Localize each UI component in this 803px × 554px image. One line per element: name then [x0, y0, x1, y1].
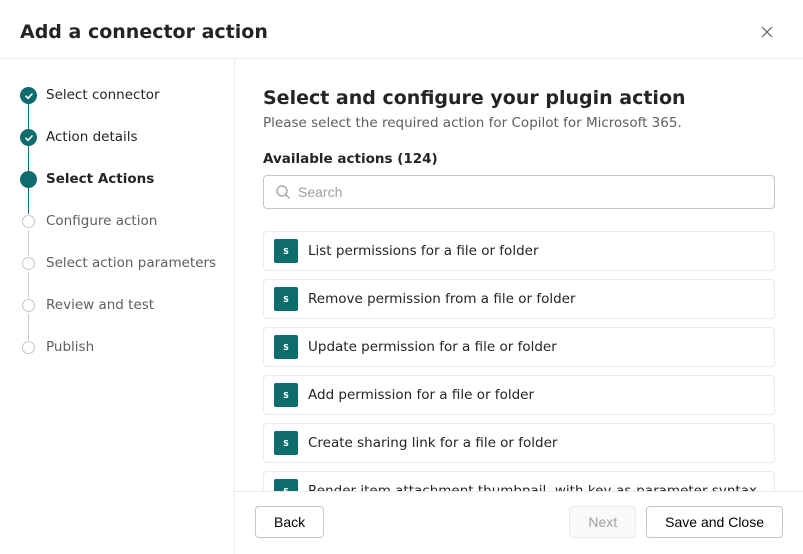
- back-button[interactable]: Back: [255, 506, 324, 538]
- wizard-step-5[interactable]: Select action parameters: [20, 255, 234, 271]
- wizard-step-6[interactable]: Review and test: [20, 297, 234, 313]
- check-icon: [24, 91, 34, 101]
- action-row[interactable]: S Add permission for a file or folder: [263, 375, 775, 415]
- step-marker-done: [20, 87, 37, 104]
- modal-title: Add a connector action: [20, 21, 268, 43]
- step-marker-upcoming: [22, 341, 35, 354]
- connector-icon: S: [274, 431, 298, 455]
- step-marker-upcoming: [22, 215, 35, 228]
- action-row-label: Add permission for a file or folder: [308, 387, 534, 403]
- action-row[interactable]: S Render item attachment thumbnail, with …: [263, 471, 775, 491]
- connector-icon: S: [274, 335, 298, 359]
- modal-header: Add a connector action: [0, 0, 803, 59]
- action-list: SList permissions for a file or folderSR…: [263, 231, 775, 491]
- page-heading: Select and configure your plugin action: [263, 87, 775, 109]
- wizard-step-7[interactable]: Publish: [20, 339, 234, 355]
- close-icon: [759, 24, 775, 40]
- connector-icon: S: [274, 383, 298, 407]
- check-icon: [24, 133, 34, 143]
- step-marker-upcoming: [22, 257, 35, 270]
- action-row-label: Remove permission from a file or folder: [308, 291, 576, 307]
- action-row[interactable]: S Update permission for a file or folder: [263, 327, 775, 367]
- wizard-step-label: Review and test: [46, 297, 154, 313]
- connector-icon: S: [274, 287, 298, 311]
- wizard-sidebar: Select connector Action details Select Act…: [0, 59, 235, 554]
- action-row-label: Create sharing link for a file or folder: [308, 435, 557, 451]
- wizard-step-label: Configure action: [46, 213, 157, 229]
- step-marker-upcoming: [22, 299, 35, 312]
- wizard-step-label: Select action parameters: [46, 255, 216, 271]
- save-and-close-button[interactable]: Save and Close: [646, 506, 783, 538]
- wizard-step-3[interactable]: Select Actions: [20, 171, 234, 187]
- wizard-step-1[interactable]: Select connector: [20, 87, 234, 103]
- footer: Back Next Save and Close: [235, 491, 803, 554]
- action-row-label: Update permission for a file or folder: [308, 339, 557, 355]
- connector-icon: S: [274, 239, 298, 263]
- wizard-step-4[interactable]: Configure action: [20, 213, 234, 229]
- search-input[interactable]: [263, 175, 775, 209]
- wizard-step-label: Select Actions: [46, 171, 154, 187]
- page-subtitle: Please select the required action for Co…: [263, 115, 775, 131]
- wizard-step-2[interactable]: Action details: [20, 129, 234, 145]
- action-row-label: Render item attachment thumbnail, with k…: [308, 483, 757, 491]
- step-marker-current: [20, 171, 37, 188]
- step-marker-done: [20, 129, 37, 146]
- available-actions-label: Available actions (124): [263, 151, 775, 167]
- wizard-step-label: Publish: [46, 339, 94, 355]
- close-button[interactable]: [755, 20, 779, 44]
- action-row-label: List permissions for a file or folder: [308, 243, 539, 259]
- wizard-step-label: Select connector: [46, 87, 160, 103]
- action-row[interactable]: S List permissions for a file or folder: [263, 231, 775, 271]
- action-row[interactable]: S Remove permission from a file or folder: [263, 279, 775, 319]
- next-button[interactable]: Next: [569, 506, 636, 538]
- action-row[interactable]: S Create sharing link for a file or folde…: [263, 423, 775, 463]
- main-content: Select and configure your plugin action …: [235, 59, 803, 491]
- wizard-step-label: Action details: [46, 129, 138, 145]
- connector-icon: S: [274, 479, 298, 491]
